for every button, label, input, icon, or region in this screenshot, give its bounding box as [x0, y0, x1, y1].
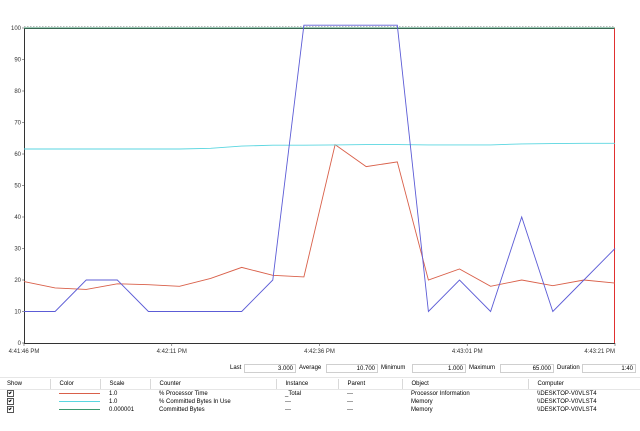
- header-object[interactable]: Object: [402, 379, 529, 390]
- y-tick-label: 60: [14, 152, 21, 158]
- plot-area: [24, 28, 615, 343]
- color-cell[interactable]: [50, 406, 100, 414]
- header-show[interactable]: Show: [0, 379, 51, 390]
- parent-cell: ---: [347, 399, 353, 406]
- duration-label: Duration: [557, 365, 580, 371]
- color-swatch: [59, 409, 100, 411]
- header-computer[interactable]: Computer: [528, 379, 640, 390]
- duration-value: 1:40: [582, 364, 636, 373]
- object-cell: Memory: [411, 407, 433, 414]
- x-tick-label: 4:41:46 PM: [9, 349, 40, 355]
- x-tick-label: 4:43:01 PM: [452, 349, 483, 355]
- computer-cell: \\DESKTOP-V0VLST4: [537, 399, 597, 406]
- counter-table[interactable]: Show Color Scale Counter Instance Parent…: [0, 379, 640, 414]
- show-checkbox[interactable]: [7, 398, 14, 406]
- x-tick-label: 4:43:21 PM: [584, 349, 615, 355]
- maximum-label: Maximum: [469, 365, 496, 371]
- show-checkbox[interactable]: [7, 390, 14, 397]
- object-cell: Memory: [411, 399, 433, 406]
- object-cell: Processor Information: [411, 391, 470, 398]
- color-swatch: [59, 401, 100, 403]
- counter-cell: Committed Bytes: [159, 407, 205, 414]
- y-tick-label: 40: [14, 215, 21, 221]
- counter-cell: % Processor Time: [159, 391, 208, 398]
- table-row[interactable]: 1.0 % Committed Bytes In Use --- --- Mem…: [0, 398, 640, 406]
- y-tick-label: 20: [14, 278, 21, 284]
- show-cell[interactable]: [0, 406, 50, 414]
- computer-cell: \\DESKTOP-V0VLST4: [537, 407, 597, 414]
- last-value: 3.000: [244, 364, 296, 373]
- header-parent[interactable]: Parent: [338, 379, 403, 390]
- table-header-row: Show Color Scale Counter Instance Parent…: [0, 379, 640, 390]
- stats-bar: Last 3.000 Average 10.700 Minimum 1.000 …: [0, 364, 640, 374]
- y-tick-label: 50: [14, 184, 21, 190]
- x-tick-label: 4:42:36 PM: [304, 349, 335, 355]
- scale-cell: 0.000001: [109, 407, 135, 414]
- minimum-value: 1.000: [412, 364, 466, 373]
- counter-cell: % Committed Bytes In Use: [159, 399, 231, 406]
- scale-cell: 1.0: [109, 399, 118, 406]
- minimum-label: Minimum: [381, 365, 406, 371]
- average-value: 10.700: [326, 364, 378, 373]
- computer-cell: \\DESKTOP-V0VLST4: [537, 391, 597, 398]
- color-cell[interactable]: [50, 398, 100, 406]
- show-cell[interactable]: [0, 398, 50, 406]
- y-tick-label: 0: [18, 341, 22, 347]
- y-tick-label: 70: [14, 121, 21, 127]
- x-tick-label: 4:42:11 PM: [157, 349, 187, 355]
- last-label: Last: [230, 365, 242, 371]
- header-counter[interactable]: Counter: [150, 379, 277, 390]
- instance-cell: ---: [285, 407, 291, 414]
- y-tick-label: 30: [14, 247, 21, 253]
- show-cell[interactable]: [0, 390, 50, 399]
- color-cell[interactable]: [50, 390, 100, 399]
- show-checkbox[interactable]: [7, 406, 14, 414]
- maximum-value: 65.000: [500, 364, 554, 373]
- header-scale[interactable]: Scale: [100, 379, 151, 390]
- header-color[interactable]: Color: [50, 379, 101, 390]
- y-tick-label: 10: [14, 310, 21, 316]
- header-instance[interactable]: Instance: [276, 379, 339, 390]
- average-label: Average: [299, 365, 322, 371]
- instance-cell: ---: [285, 399, 291, 406]
- parent-cell: ---: [347, 407, 353, 414]
- table-row[interactable]: 1.0 % Processor Time _Total --- Processo…: [0, 390, 640, 399]
- parent-cell: ---: [347, 391, 353, 398]
- y-tick-label: 90: [14, 58, 21, 64]
- y-tick-label: 100: [11, 26, 22, 32]
- y-tick-label: 80: [14, 89, 21, 95]
- table-row[interactable]: 0.000001 Committed Bytes --- --- Memory …: [0, 406, 640, 414]
- performance-chart[interactable]: 0 10 20 30 40 50 60 70 80 90 100 4:41:46 PM 4:42:11…: [0, 0, 640, 360]
- divider: [0, 377, 640, 378]
- color-swatch: [59, 392, 100, 394]
- instance-cell: _Total: [285, 391, 302, 398]
- scale-cell: 1.0: [109, 391, 118, 398]
